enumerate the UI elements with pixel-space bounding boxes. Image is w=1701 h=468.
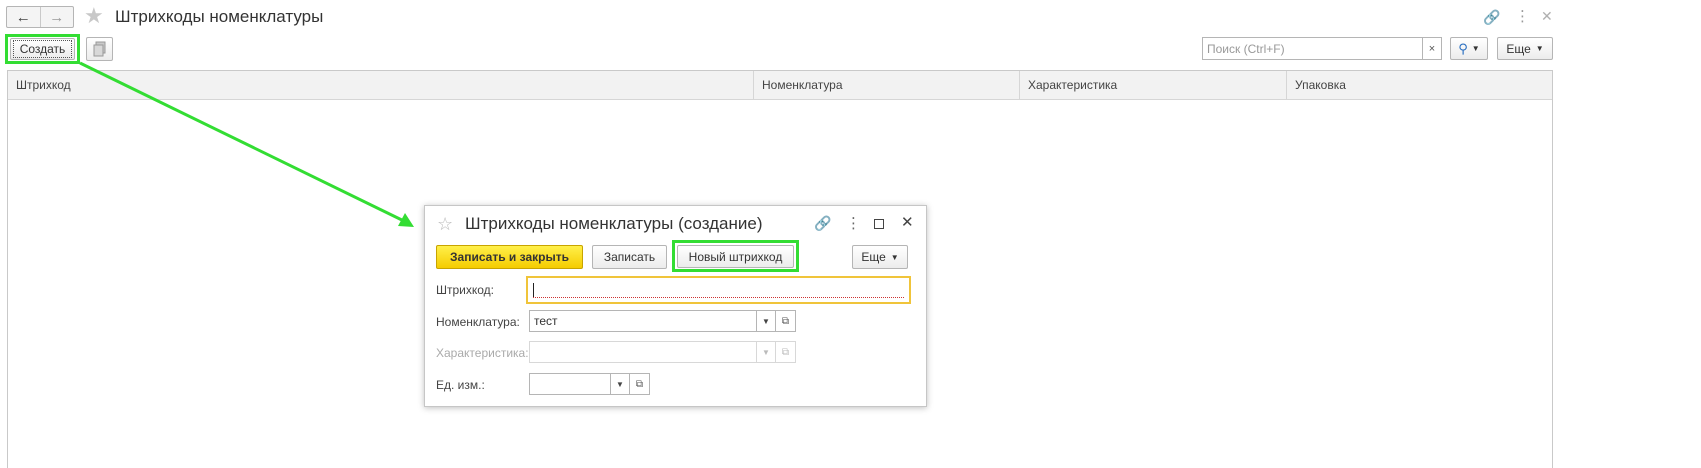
- nomenclature-dropdown-button[interactable]: ▼: [757, 310, 776, 332]
- new-barcode-button[interactable]: Новый штрихкод: [677, 245, 794, 268]
- dialog-title: Штрихкоды номенклатуры (создание): [465, 214, 763, 233]
- maximize-icon[interactable]: [874, 219, 884, 229]
- required-underline: [533, 297, 904, 298]
- star-icon[interactable]: ☆: [437, 213, 453, 235]
- barcode-field[interactable]: [526, 276, 911, 304]
- open-form-icon: ⧉: [781, 315, 790, 327]
- open-form-icon: ⧉: [781, 346, 790, 358]
- save-and-close-button[interactable]: Записать и закрыть: [436, 245, 583, 269]
- link-icon[interactable]: 🔗: [814, 215, 831, 231]
- create-barcode-dialog: [424, 205, 927, 407]
- unit-field[interactable]: [529, 373, 611, 395]
- unit-dropdown-button[interactable]: ▼: [611, 373, 630, 395]
- nomenclature-open-button[interactable]: ⧉: [776, 310, 796, 332]
- characteristic-dropdown-button: ▼: [757, 341, 776, 363]
- nomenclature-label: Номенклатура:: [436, 315, 520, 329]
- chevron-down-icon: ▼: [890, 252, 899, 262]
- save-button[interactable]: Записать: [592, 245, 667, 269]
- text-cursor: [533, 283, 534, 298]
- vertical-dots-icon[interactable]: ⋮: [846, 216, 861, 232]
- close-icon[interactable]: ✕: [901, 215, 914, 231]
- characteristic-field: [529, 341, 757, 363]
- chevron-down-icon: ▼: [762, 316, 770, 326]
- nomenclature-field[interactable]: тест: [529, 310, 757, 332]
- dialog-more-button[interactable]: Еще ▼: [852, 245, 908, 269]
- nomenclature-value: тест: [534, 314, 558, 328]
- dialog-more-label: Еще: [861, 250, 886, 264]
- barcode-label: Штрихкод:: [436, 283, 495, 297]
- characteristic-open-button: ⧉: [776, 341, 796, 363]
- characteristic-label: Характеристика:: [436, 346, 529, 360]
- unit-label: Ед. изм.:: [436, 378, 485, 392]
- chevron-down-icon: ▼: [762, 347, 770, 357]
- unit-open-button[interactable]: ⧉: [630, 373, 650, 395]
- open-form-icon: ⧉: [635, 378, 644, 390]
- chevron-down-icon: ▼: [616, 379, 624, 389]
